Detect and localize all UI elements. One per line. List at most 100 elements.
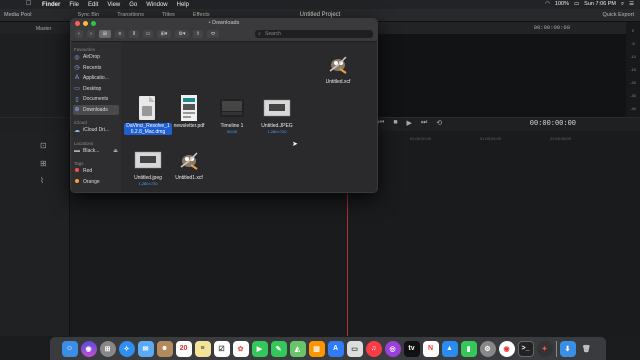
sidebar-tag-red[interactable]: Red xyxy=(71,166,121,177)
sidebar-item-airdrop[interactable]: ◎ AirDrop xyxy=(71,52,121,63)
apple-menu-icon[interactable]:  xyxy=(26,0,31,7)
menu-help[interactable]: Help xyxy=(177,2,189,8)
group-button[interactable]: ⊞▾ xyxy=(157,30,171,38)
media-pool-panel xyxy=(0,34,70,117)
timeline-icon xyxy=(209,94,255,122)
control-center-icon[interactable]: ☰ xyxy=(629,1,634,8)
next-frame-icon[interactable]: ⏭ xyxy=(421,119,427,127)
forward-button[interactable]: › xyxy=(87,30,95,38)
calendar-icon[interactable]: 20 xyxy=(175,340,192,357)
finder-window: ▪ Downloads ‹ › ⊞ ≡ ⫴ ▭ ⊞▾ ⚙▾ ⇧ ⬭ ⌕ Sear… xyxy=(70,18,378,193)
mail-icon[interactable]: ✉ xyxy=(137,340,154,357)
photos-icon[interactable]: ✿ xyxy=(232,340,249,357)
downloads-stack-icon[interactable]: ⬇ xyxy=(559,340,576,357)
preview-icon[interactable]: ▭ xyxy=(346,340,363,357)
search-icon[interactable]: ⌕ xyxy=(621,1,624,8)
quick-export-button[interactable]: Quick Export xyxy=(603,12,634,18)
cloud-icon: ☁ xyxy=(74,127,80,134)
locations-header: Locations xyxy=(74,140,94,146)
prev-frame-icon[interactable]: ⏮ xyxy=(378,119,384,127)
razor-tool-icon[interactable]: ⌇ xyxy=(40,176,44,185)
icon-view-button[interactable]: ⊞ xyxy=(99,30,111,38)
menu-edit[interactable]: Edit xyxy=(88,2,98,8)
trash-icon[interactable]: 🗑 xyxy=(579,341,595,357)
app-store-icon[interactable]: A xyxy=(327,340,344,357)
menu-view[interactable]: View xyxy=(107,2,120,8)
sidebar-tag-orange[interactable]: Orange xyxy=(71,177,121,188)
chrome-icon[interactable]: ◉ xyxy=(498,340,515,357)
sidebar-item-desktop[interactable]: ▭ Desktop xyxy=(71,84,121,95)
column-view-button[interactable]: ⫴ xyxy=(129,30,139,38)
zoom-icon[interactable] xyxy=(91,20,96,26)
podcasts-icon[interactable]: ◎ xyxy=(384,340,401,357)
sidebar-item-documents[interactable]: ▯ Documents xyxy=(71,94,121,105)
dock: ☺ ◉ ⊞ ✧ ✉ ☻ 20 ≡ ☑ ✿ ▶ ✎ ◭ ▥ A ▭ ♫ ◎ tv … xyxy=(50,337,606,360)
contacts-icon[interactable]: ☻ xyxy=(156,340,173,357)
file-davinci-dmg[interactable]: DaVinci_Resolve_1 6.2.8_Mac.dmg xyxy=(124,94,172,135)
orange-tag-icon xyxy=(75,178,79,183)
stop-icon[interactable]: ■ xyxy=(393,119,397,127)
sidebar-item-icloud-drive[interactable]: ☁ iCloud Dri... xyxy=(71,125,121,136)
sidebar-item-applications[interactable]: A Applicatio... xyxy=(71,73,121,84)
tags-header: Tags xyxy=(74,161,84,166)
books-icon[interactable]: ▥ xyxy=(308,340,325,357)
file-name: newsletter.pdf xyxy=(173,123,205,129)
list-view-button[interactable]: ≡ xyxy=(115,30,125,38)
news-icon[interactable]: N xyxy=(422,340,439,357)
menu-window[interactable]: Window xyxy=(146,2,167,8)
sidebar-item-recents[interactable]: ◷ Recents xyxy=(71,63,121,74)
siri-icon[interactable]: ◉ xyxy=(80,340,97,357)
facetime-icon[interactable]: ▶ xyxy=(251,340,268,357)
blade-tool-icon[interactable]: ⊞ xyxy=(40,159,47,168)
finder-icon[interactable]: ☺ xyxy=(61,340,78,357)
file-untitled1-xcf[interactable]: Untitled1.xcf xyxy=(166,146,212,181)
maps-icon[interactable]: ◭ xyxy=(289,340,306,357)
tv-icon[interactable]: tv xyxy=(403,340,420,357)
loop-icon[interactable]: ⟲ xyxy=(436,119,442,127)
clock[interactable]: Sun 7:06 PM xyxy=(584,1,616,8)
close-icon[interactable] xyxy=(75,20,80,26)
back-button[interactable]: ‹ xyxy=(75,30,83,38)
audio-meters: 0 -5 -10 -15 -20 -30 -40 xyxy=(626,22,640,132)
sidebar-item-downloads[interactable]: ⊕ Downloads xyxy=(73,104,119,115)
file-untitled-jpeg-upper[interactable]: Untitled.JPEG 1,280×720 xyxy=(254,94,300,134)
resolve-icon[interactable]: ✦ xyxy=(536,340,553,357)
reminders-icon[interactable]: ☑ xyxy=(213,340,230,357)
media-pool-tab[interactable]: Media Pool xyxy=(4,12,32,18)
file-newsletter-pdf[interactable]: newsletter.pdf xyxy=(166,94,212,129)
action-button[interactable]: ⚙▾ xyxy=(175,30,189,38)
file-untitled-xcf[interactable]: Untitled.xcf xyxy=(315,50,361,85)
minimize-icon[interactable] xyxy=(83,20,88,26)
battery-percent[interactable]: 100% xyxy=(555,1,569,8)
sidebar-label: Desktop xyxy=(83,85,102,92)
wifi-icon[interactable]: ◠ xyxy=(545,1,550,8)
menu-app-name[interactable]: Finder xyxy=(42,2,60,8)
search-input[interactable]: ⌕ Search xyxy=(255,30,373,38)
launchpad-icon[interactable]: ⊞ xyxy=(99,340,116,357)
terminal-icon[interactable]: >_ xyxy=(517,340,534,357)
tag-button[interactable]: ⬭ xyxy=(207,30,219,38)
menu-file[interactable]: File xyxy=(69,2,79,8)
eject-icon[interactable]: ⏏ xyxy=(113,148,118,154)
menu-go[interactable]: Go xyxy=(129,2,137,8)
play-icon[interactable]: ▶ xyxy=(407,119,412,127)
keynote-icon[interactable]: ▲ xyxy=(441,340,458,357)
share-icon[interactable]: ⇧ xyxy=(193,30,203,38)
messages-icon[interactable]: ✎ xyxy=(270,340,287,357)
numbers-icon[interactable]: ▮ xyxy=(460,340,477,357)
sidebar-label: Recents xyxy=(83,64,102,71)
file-untitled-jpeg-lower[interactable]: Untitled.jpeg 1,280×720 xyxy=(124,146,172,186)
sidebar-item-disk[interactable]: ▬ Black... ⏏ xyxy=(71,146,121,157)
edit-tool-icon[interactable]: ⊡ xyxy=(40,141,47,150)
safari-icon[interactable]: ✧ xyxy=(118,340,135,357)
file-timeline-1[interactable]: Timeline 1 00:00 xyxy=(209,94,255,134)
gallery-view-button[interactable]: ▭ xyxy=(143,30,153,38)
finder-titlebar[interactable]: ▪ Downloads xyxy=(71,19,377,27)
settings-icon[interactable]: ⚙ xyxy=(479,340,496,357)
main-timecode: 00:00:00:00 xyxy=(529,120,576,128)
music-icon[interactable]: ♫ xyxy=(365,340,382,357)
timeline-track-headers: ⊡ ⊞ ⌇ xyxy=(0,131,70,336)
desktop:  Finder File Edit View Go Window Help ◠… xyxy=(0,0,640,360)
battery-icon[interactable]: ▭ xyxy=(574,1,579,8)
notes-icon[interactable]: ≡ xyxy=(194,340,211,357)
